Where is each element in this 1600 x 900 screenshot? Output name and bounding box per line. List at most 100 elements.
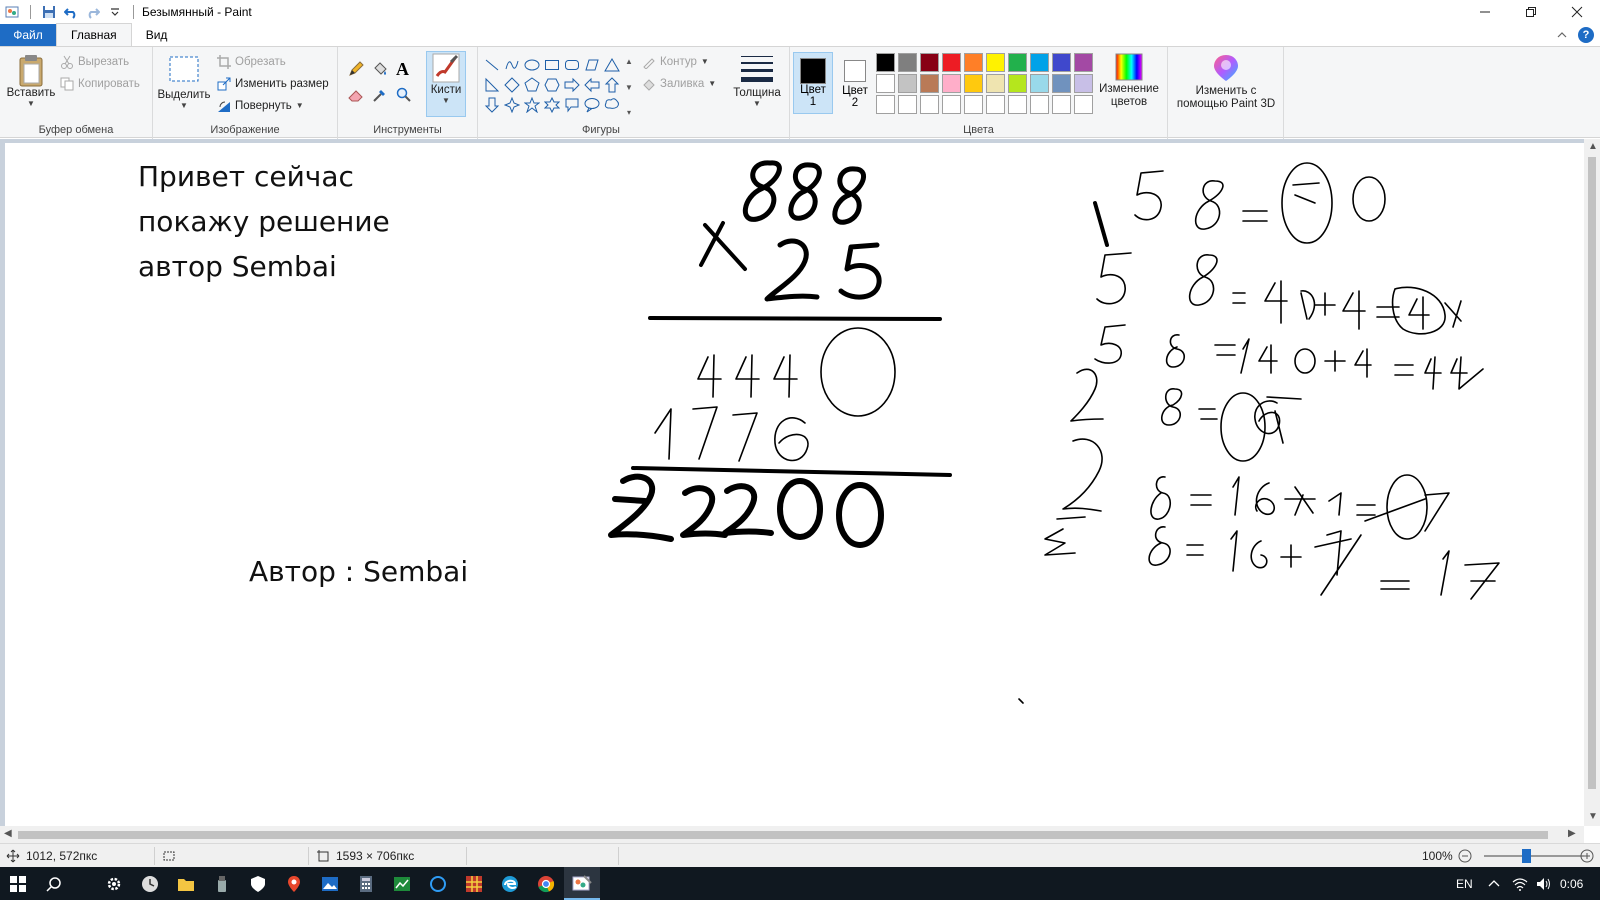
cloud-callout-shape-icon[interactable] (602, 95, 622, 115)
edit-colors-button[interactable]: Изменение цветов (1096, 53, 1162, 109)
palette-swatch[interactable] (876, 53, 895, 72)
rounded-callout-shape-icon[interactable] (562, 95, 582, 115)
taskbar-app-grid[interactable] (456, 867, 492, 900)
taskbar-paint[interactable] (564, 867, 600, 900)
minimize-button[interactable] (1462, 0, 1508, 24)
taskbar-edge[interactable] (492, 867, 528, 900)
oval-callout-shape-icon[interactable] (582, 95, 602, 115)
text-tool-icon[interactable]: A (396, 59, 409, 80)
search-button[interactable] (36, 867, 72, 900)
cut-button[interactable]: Вырезать (60, 55, 129, 69)
palette-swatch[interactable] (1052, 95, 1071, 114)
vertical-scrollbar[interactable]: ▲ ▼ (1584, 139, 1600, 826)
fill-button[interactable]: Заливка ▼ (642, 77, 716, 91)
right-arrow-shape-icon[interactable] (562, 75, 582, 95)
palette-swatch[interactable] (898, 53, 917, 72)
palette-swatch[interactable] (920, 95, 939, 114)
palette-swatch[interactable] (964, 74, 983, 93)
line-shape-icon[interactable] (482, 55, 502, 75)
horizontal-scroll-thumb[interactable] (18, 831, 1548, 839)
scroll-up-icon[interactable]: ▲ (625, 57, 633, 66)
taskbar-app-usb[interactable] (204, 867, 240, 900)
palette-swatch[interactable] (898, 74, 917, 93)
palette-swatch[interactable] (1074, 53, 1093, 72)
clock[interactable]: 0:06 (1560, 867, 1583, 900)
vertical-scroll-thumb[interactable] (1588, 157, 1596, 789)
expand-gallery-icon[interactable]: ▾ (627, 108, 631, 117)
taskbar-app-clock[interactable] (132, 867, 168, 900)
show-hidden-icons-button[interactable] (1488, 867, 1500, 900)
paste-button[interactable]: Вставить ▼ (6, 53, 56, 108)
volume-button[interactable] (1536, 867, 1552, 900)
diamond-shape-icon[interactable] (502, 75, 522, 95)
taskbar-app-security[interactable] (240, 867, 276, 900)
resize-button[interactable]: Изменить размер (217, 77, 329, 91)
close-button[interactable] (1554, 0, 1600, 24)
color-picker-icon[interactable] (372, 87, 388, 106)
palette-swatch[interactable] (1030, 53, 1049, 72)
magnifier-icon[interactable] (396, 87, 412, 106)
edit-with-paint3d-button[interactable]: Изменить с помощью Paint 3D (1170, 53, 1282, 111)
color2-button[interactable]: Цвет 2 (835, 52, 875, 114)
palette-swatch[interactable] (876, 74, 895, 93)
palette-swatch[interactable] (1008, 74, 1027, 93)
taskbar-chrome[interactable] (528, 867, 564, 900)
palette-swatch[interactable] (898, 95, 917, 114)
palette-swatch[interactable] (1008, 95, 1027, 114)
rotate-button[interactable]: Повернуть ▼ (217, 99, 304, 113)
drawing-canvas[interactable]: Привет сейчас покажу решение автор Semba… (5, 143, 1584, 826)
right-triangle-shape-icon[interactable] (482, 75, 502, 95)
palette-swatch[interactable] (1074, 95, 1093, 114)
zoom-slider-track[interactable] (1484, 855, 1584, 857)
palette-swatch[interactable] (1030, 74, 1049, 93)
palette-swatch[interactable] (1008, 53, 1027, 72)
customize-quick-access-icon[interactable] (107, 4, 123, 20)
taskbar-app-monitor[interactable] (384, 867, 420, 900)
start-button[interactable] (0, 867, 36, 900)
palette-swatch[interactable] (920, 53, 939, 72)
pentagon-shape-icon[interactable] (522, 75, 542, 95)
fill-bucket-icon[interactable] (372, 61, 388, 80)
tab-view[interactable]: Вид (132, 24, 182, 46)
zoom-slider-thumb[interactable] (1522, 849, 1531, 863)
left-arrow-shape-icon[interactable] (582, 75, 602, 95)
tab-file[interactable]: Файл (0, 24, 56, 46)
horizontal-scrollbar[interactable]: ◀ ▶ (0, 826, 1584, 843)
scroll-left-arrow-icon[interactable]: ◀ (4, 828, 12, 839)
thickness-button[interactable]: Толщина ▼ (730, 53, 784, 108)
zoom-out-button[interactable] (1458, 844, 1472, 868)
palette-swatch[interactable] (1052, 53, 1071, 72)
five-point-star-shape-icon[interactable] (522, 95, 542, 115)
taskbar-explorer[interactable] (168, 867, 204, 900)
restore-button[interactable] (1508, 0, 1554, 24)
scroll-down-icon[interactable]: ▼ (625, 83, 633, 92)
palette-swatch[interactable] (876, 95, 895, 114)
tab-home[interactable]: Главная (56, 23, 132, 46)
taskbar-app-photos[interactable] (312, 867, 348, 900)
palette-swatch[interactable] (964, 53, 983, 72)
curve-shape-icon[interactable] (502, 55, 522, 75)
palette-swatch[interactable] (964, 95, 983, 114)
up-arrow-shape-icon[interactable] (602, 75, 622, 95)
rounded-rectangle-shape-icon[interactable] (562, 55, 582, 75)
redo-icon[interactable] (85, 4, 101, 20)
collapse-ribbon-icon[interactable] (1556, 29, 1568, 41)
scroll-up-arrow-icon[interactable]: ▲ (1588, 141, 1598, 152)
oval-shape-icon[interactable] (522, 55, 542, 75)
help-icon[interactable]: ? (1578, 27, 1594, 43)
polygon-shape-icon[interactable] (582, 55, 602, 75)
palette-swatch[interactable] (1030, 95, 1049, 114)
rectangle-shape-icon[interactable] (542, 55, 562, 75)
palette-swatch[interactable] (942, 74, 961, 93)
outline-button[interactable]: Контур ▼ (642, 55, 709, 69)
taskbar-cortana[interactable] (420, 867, 456, 900)
palette-swatch[interactable] (942, 53, 961, 72)
hexagon-shape-icon[interactable] (542, 75, 562, 95)
scroll-down-arrow-icon[interactable]: ▼ (1588, 811, 1598, 822)
scroll-right-arrow-icon[interactable]: ▶ (1568, 828, 1576, 839)
eraser-icon[interactable] (348, 87, 364, 106)
palette-swatch[interactable] (986, 74, 1005, 93)
four-point-star-shape-icon[interactable] (502, 95, 522, 115)
six-point-star-shape-icon[interactable] (542, 95, 562, 115)
brushes-button[interactable]: Кисти ▼ (426, 51, 466, 117)
